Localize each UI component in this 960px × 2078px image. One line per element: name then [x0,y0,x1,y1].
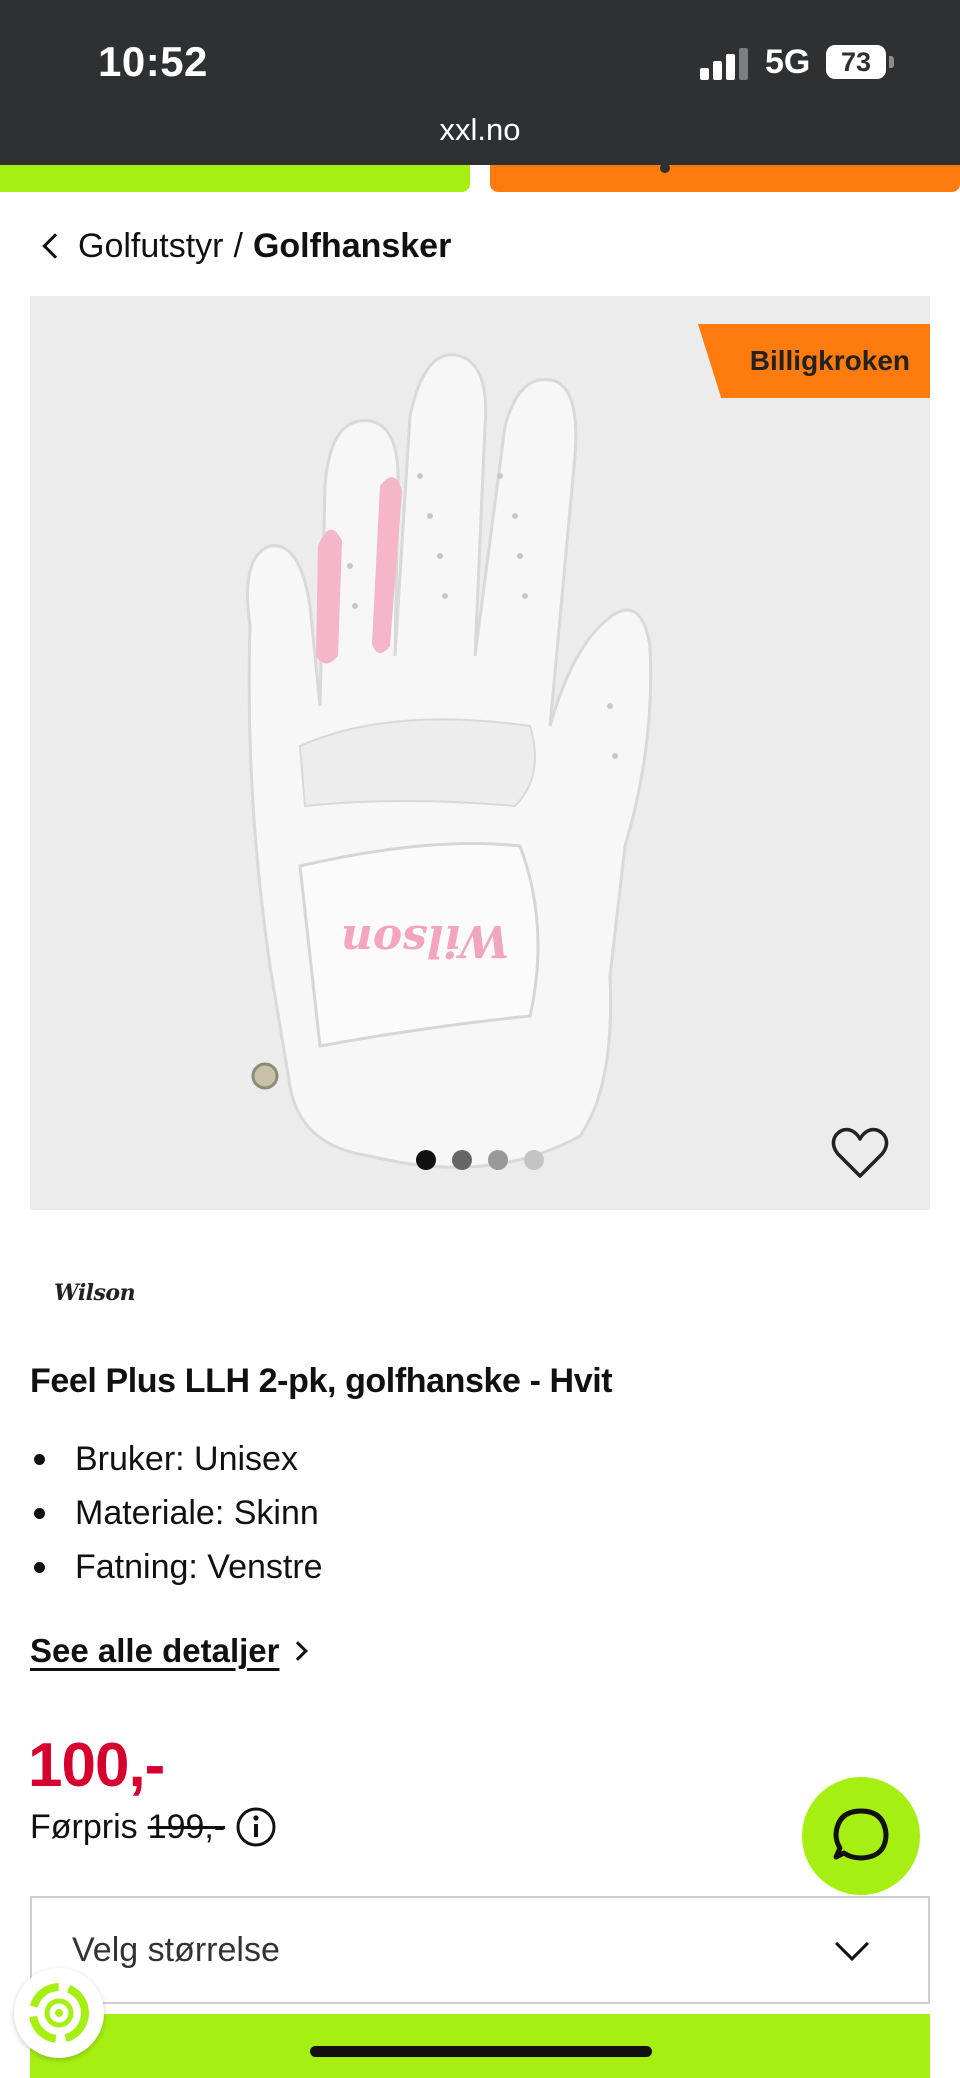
home-indicator [310,2046,652,2057]
heart-icon[interactable] [830,1126,890,1180]
breadcrumb: Golfutstyr / Golfhansker [40,224,451,268]
network-type: 5G [765,43,810,82]
chevron-left-icon[interactable] [42,233,67,258]
chevron-right-icon [289,1641,309,1661]
recycle-icon [27,1981,91,2045]
chevron-down-icon [835,1927,869,1961]
product-image: Wilson [230,326,770,1186]
see-all-details-label: See alle detaljer [30,1632,279,1670]
eco-badge-icon[interactable] [14,1968,104,2058]
size-select-placeholder: Velg størrelse [72,1931,280,1970]
status-time: 10:52 [98,38,208,86]
see-all-details-link[interactable]: See alle detaljer [30,1632,305,1670]
browser-url[interactable]: xxl.no [0,112,960,148]
battery-icon: 73 [826,45,886,79]
breadcrumb-separator: / [233,227,242,266]
top-orange-button[interactable] [490,165,960,192]
carousel-dot[interactable] [416,1150,436,1170]
brand-logo[interactable]: Wilson [54,1280,135,1306]
previous-price: Førpris 199,- [30,1806,277,1848]
product-specs: Bruker: Unisex Materiale: Skinn Fatning:… [30,1432,323,1594]
chat-button[interactable] [802,1777,920,1895]
previous-price-label: Førpris [30,1808,138,1847]
promo-badge: Billigkroken [698,324,930,398]
product-price: 100,- [28,1730,164,1801]
previous-price-value: 199,- [148,1808,226,1847]
breadcrumb-parent-link[interactable]: Golfutstyr [78,227,223,266]
size-select[interactable]: Velg størrelse [30,1896,930,2004]
spec-item: Materiale: Skinn [30,1486,323,1540]
carousel-dots[interactable] [30,1150,930,1170]
product-image-gallery[interactable]: Wilson Billigkroken [30,296,930,1210]
status-bar: 10:52 5G 73 xxl.no [0,0,960,165]
top-green-button[interactable] [0,165,470,192]
info-icon[interactable] [235,1806,277,1848]
carousel-dot[interactable] [488,1150,508,1170]
breadcrumb-current: Golfhansker [253,227,451,266]
product-title: Feel Plus LLH 2-pk, golfhanske - Hvit [30,1362,612,1401]
cellular-signal-icon [700,48,752,80]
carousel-dot[interactable] [452,1150,472,1170]
chat-icon [830,1805,892,1867]
battery-cap [889,56,894,68]
svg-text:Wilson: Wilson [341,915,509,966]
carousel-dot[interactable] [524,1150,544,1170]
spec-item: Fatning: Venstre [30,1540,323,1594]
spec-item: Bruker: Unisex [30,1432,323,1486]
